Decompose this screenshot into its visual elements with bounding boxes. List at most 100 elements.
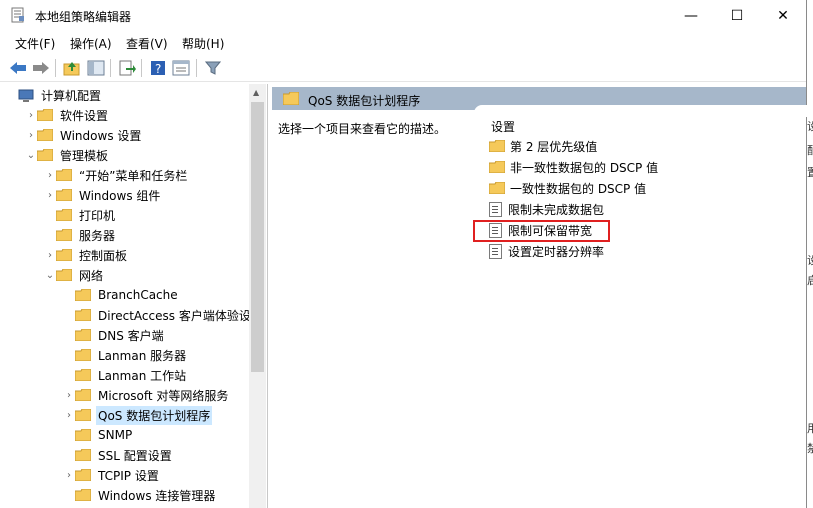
tree-item[interactable]: SNMP — [63, 425, 134, 445]
settings-tab-curve — [474, 105, 813, 117]
tree-item-label: Lanman 服务器 — [98, 348, 187, 363]
collapsed-chevron-icon[interactable]: › — [44, 190, 56, 201]
tree-item-label: 服务器 — [79, 228, 116, 243]
tree-item-selected[interactable]: › QoS 数据包计划程序 — [63, 405, 213, 425]
tree-item-label: Microsoft 对等网络服务 — [98, 388, 229, 403]
filter-icon[interactable] — [203, 58, 223, 78]
folder-icon — [37, 129, 53, 141]
folder-icon — [56, 209, 72, 221]
export-icon[interactable] — [117, 58, 137, 78]
tree-item[interactable]: Windows 连接管理器 — [63, 485, 217, 505]
folder-icon — [37, 149, 53, 161]
title-bar: 本地组策略编辑器 — ☐ ✕ — [0, 0, 806, 31]
tree-item-label: 管理模板 — [60, 148, 109, 163]
folder-icon — [56, 229, 72, 241]
expanded-chevron-icon[interactable]: ⌄ — [25, 150, 37, 161]
folder-icon — [56, 189, 72, 201]
maximize-button[interactable]: ☐ — [714, 0, 760, 31]
tree-scrollbar[interactable]: ▲ — [249, 84, 266, 508]
folder-icon — [75, 389, 91, 401]
tree-item[interactable]: ⌄ 管理模板 — [25, 145, 110, 165]
offscreen-text-fragment: 启 — [807, 274, 813, 287]
scroll-up-icon[interactable]: ▲ — [253, 88, 259, 97]
tree-item[interactable]: 计算机配置 — [6, 85, 103, 105]
folder-icon — [75, 489, 91, 501]
setting-label: 一致性数据包的 DSCP 值 — [510, 181, 647, 196]
tree-pane[interactable]: 计算机配置 › 软件设置 › Windows 设置 ⌄ 管理模板 › “开始”菜单和任务栏 › Wi… — [0, 84, 268, 508]
tree-item[interactable]: ⌄ 网络 — [44, 265, 105, 285]
tree-item[interactable]: 打印机 — [44, 205, 117, 225]
menu-view[interactable]: 查看(V) — [126, 35, 168, 52]
offscreen-text-fragment: 用 — [807, 422, 813, 435]
offscreen-text-fragment: 设 — [807, 254, 813, 267]
folder-icon — [75, 289, 91, 301]
tree-item[interactable]: Lanman 服务器 — [63, 345, 188, 365]
close-button[interactable]: ✕ — [760, 0, 806, 31]
toolbar: ? — [0, 55, 806, 82]
tree-item[interactable]: › Windows 设置 — [25, 125, 143, 145]
tree-item-label: “开始”菜单和任务栏 — [79, 168, 188, 183]
expanded-chevron-icon[interactable]: ⌄ — [44, 270, 56, 281]
setting-row[interactable]: 限制未完成数据包 — [489, 199, 604, 219]
tree-item-label: SSL 配置设置 — [98, 448, 172, 463]
tree-item-label: BranchCache — [98, 288, 178, 302]
tree-item[interactable]: 服务器 — [44, 225, 117, 245]
gpedit-window: 本地组策略编辑器 — ☐ ✕ 文件(F) 操作(A) 查看(V) 帮助(H) ?… — [0, 0, 813, 508]
collapsed-chevron-icon[interactable]: › — [63, 410, 75, 421]
show-tree-icon[interactable] — [86, 58, 106, 78]
tree-item[interactable]: › Windows 组件 — [44, 185, 162, 205]
folder-icon — [489, 161, 505, 173]
tree-item[interactable]: SSL 配置设置 — [63, 445, 174, 465]
folder-icon — [56, 169, 72, 181]
tree-item[interactable]: Lanman 工作站 — [63, 365, 188, 385]
setting-label: 第 2 层优先级值 — [510, 139, 598, 154]
tree-item-label: 网络 — [79, 268, 104, 283]
scrollbar-thumb[interactable] — [251, 102, 264, 372]
setting-label: 设置定时器分辨率 — [508, 244, 605, 259]
tree-item[interactable]: DirectAccess 客户端体验设置 — [63, 305, 265, 325]
folder-icon — [75, 429, 91, 441]
properties-icon[interactable] — [171, 58, 191, 78]
tree-item[interactable]: › Microsoft 对等网络服务 — [63, 385, 230, 405]
window-title: 本地组策略编辑器 — [35, 10, 132, 24]
setting-label: 限制未完成数据包 — [508, 202, 605, 217]
setting-row[interactable]: 非一致性数据包的 DSCP 值 — [489, 157, 658, 177]
collapsed-chevron-icon[interactable]: › — [25, 130, 37, 141]
details-pane: QoS 数据包计划程序 选择一个项目来查看它的描述。 设置 第 2 层优先级值非… — [272, 84, 813, 508]
collapsed-chevron-icon[interactable]: › — [44, 250, 56, 261]
folder-icon — [75, 369, 91, 381]
tree-item-label: 计算机配置 — [41, 88, 102, 103]
up-folder-icon[interactable] — [62, 58, 82, 78]
tree-item[interactable]: › 软件设置 — [25, 105, 110, 125]
forward-arrow-icon[interactable] — [31, 58, 51, 78]
collapsed-chevron-icon[interactable]: › — [63, 470, 75, 481]
menu-file[interactable]: 文件(F) — [15, 35, 55, 52]
menu-action[interactable]: 操作(A) — [70, 35, 112, 52]
tree-item[interactable]: › “开始”菜单和任务栏 — [44, 165, 189, 185]
help-icon[interactable]: ? — [148, 58, 168, 78]
maximize-icon: ☐ — [730, 7, 744, 24]
collapsed-chevron-icon[interactable]: › — [63, 390, 75, 401]
tree-item[interactable]: › TCPIP 设置 — [63, 465, 161, 485]
tree-item-label: Windows 组件 — [79, 188, 161, 203]
collapsed-chevron-icon[interactable]: › — [44, 170, 56, 181]
collapsed-chevron-icon[interactable]: › — [25, 110, 37, 121]
tree-item[interactable]: DNS 客户端 — [63, 325, 166, 345]
folder-icon — [75, 449, 91, 461]
tree-item[interactable]: BranchCache — [63, 285, 180, 305]
setting-row[interactable]: 设置定时器分辨率 — [489, 241, 604, 261]
minimize-button[interactable]: — — [668, 0, 714, 31]
policy-setting-icon — [489, 201, 502, 217]
tree-item-label: 打印机 — [79, 208, 116, 223]
setting-label: 非一致性数据包的 DSCP 值 — [510, 160, 659, 175]
tree-item-label: 控制面板 — [79, 248, 128, 263]
folder-icon — [56, 269, 72, 281]
back-arrow-icon[interactable] — [8, 58, 28, 78]
tree-item-label: QoS 数据包计划程序 — [96, 405, 213, 425]
tree-item[interactable]: › 控制面板 — [44, 245, 129, 265]
menu-help[interactable]: 帮助(H) — [182, 35, 224, 52]
setting-row[interactable]: 第 2 层优先级值 — [489, 136, 597, 156]
settings-column-header[interactable]: 设置 — [491, 118, 515, 135]
setting-row[interactable]: 一致性数据包的 DSCP 值 — [489, 178, 646, 198]
folder-icon — [75, 469, 91, 481]
